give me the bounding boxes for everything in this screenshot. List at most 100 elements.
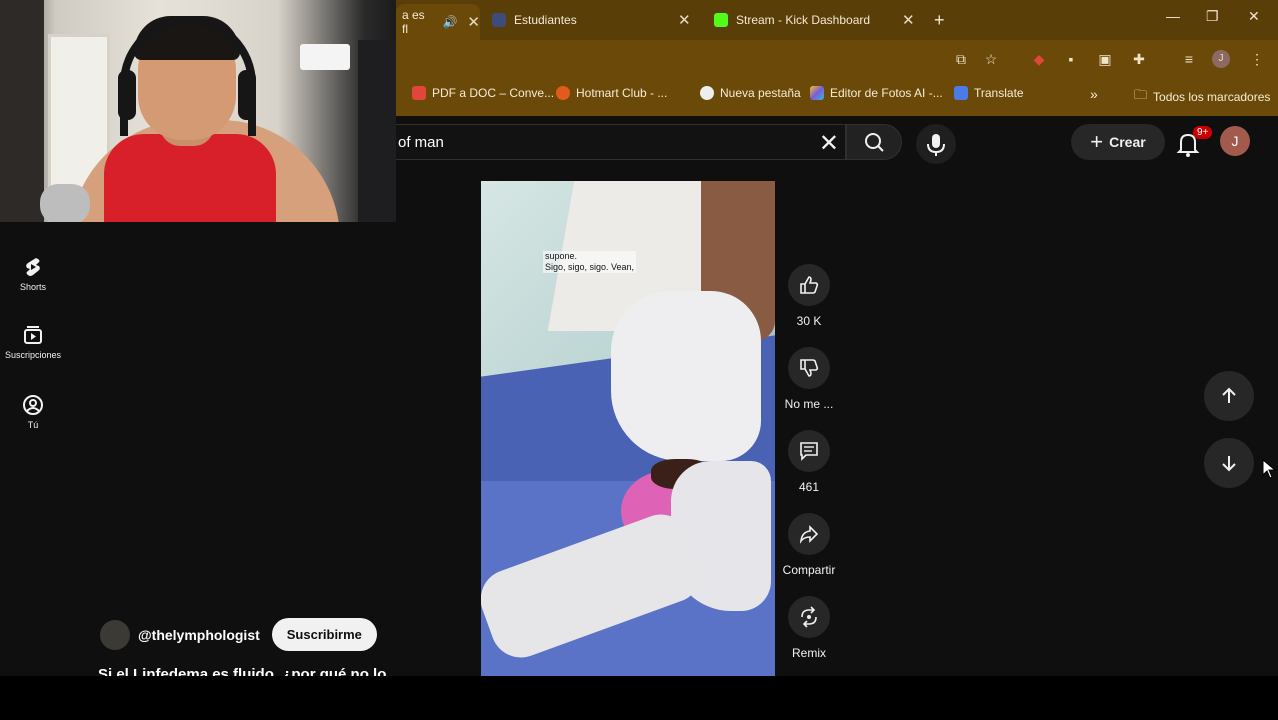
shorts-icon: [26, 258, 40, 276]
bookmark-label: Editor de Fotos AI -...: [830, 86, 943, 100]
tab-label: Stream - Kick Dashboard: [736, 13, 871, 27]
channel-handle[interactable]: @thelymphologist: [138, 627, 260, 643]
microphone-icon: [927, 134, 945, 156]
like-button[interactable]: 30 K: [776, 264, 842, 328]
remix-label: Remix: [791, 646, 826, 660]
dislike-button[interactable]: No me ...: [776, 347, 842, 411]
all-bookmarks-button[interactable]: 🗀 Todos los marcadores: [1134, 86, 1270, 108]
extension-dark-icon[interactable]: ▪: [1062, 50, 1080, 68]
tab-label: Estudiantes: [514, 13, 577, 27]
create-button[interactable]: + Crear: [1071, 124, 1165, 160]
remix-icon: [801, 606, 817, 628]
all-bookmarks-label: Todos los marcadores: [1153, 90, 1271, 104]
bookmarks-bar: PDF a DOC – Conve... Hotmart Club - ... …: [396, 78, 1278, 112]
bookmark-translate[interactable]: Translate: [954, 86, 1024, 100]
comment-icon: [800, 442, 818, 461]
next-video-button[interactable]: [1204, 438, 1254, 488]
voice-search-button[interactable]: [916, 124, 956, 164]
sidebar: Shorts Suscripciones Tú @thelymphologist…: [0, 222, 396, 678]
close-icon[interactable]: ✕: [467, 13, 480, 31]
kebab-menu-icon[interactable]: ⋮: [1248, 50, 1266, 68]
search-icon: [865, 133, 884, 152]
tab-kick-dashboard[interactable]: Stream - Kick Dashboard ✕: [714, 6, 918, 34]
media-icon[interactable]: ≡: [1180, 50, 1198, 68]
shield-icon: [492, 13, 506, 27]
sidebar-item-label: Suscripciones: [4, 350, 62, 360]
bookmark-pdf[interactable]: PDF a DOC – Conve...: [412, 86, 554, 100]
bookmarks-overflow-button[interactable]: »: [1090, 86, 1098, 102]
channel-avatar[interactable]: [100, 619, 130, 650]
shorts-video-player[interactable]: supone. Sigo, sigo, sigo. Vean,: [481, 181, 775, 676]
sidebar-item-shorts[interactable]: Shorts: [0, 256, 66, 292]
new-tab-button[interactable]: +: [934, 6, 945, 34]
bookmark-label: Nueva pestaña: [720, 86, 801, 100]
remix-button[interactable]: Remix: [776, 596, 842, 660]
close-window-icon[interactable]: ✕: [1248, 8, 1260, 25]
close-icon[interactable]: ✕: [902, 11, 915, 29]
hotmart-icon: [556, 86, 570, 100]
toolbar: ⧉ ☆ ◆ ▪ ▣ ✚ ≡ J ⋮: [396, 40, 1278, 78]
folder-icon: 🗀: [1134, 87, 1148, 102]
screen: a es fl 🔊 ✕ Estudiantes ✕ Stream - Kick …: [0, 0, 1278, 720]
caption-line: Sigo, sigo, sigo. Vean,: [545, 262, 635, 272]
clear-search-icon[interactable]: ✕: [819, 129, 839, 158]
create-label: Crear: [1109, 134, 1146, 150]
caption-line: supone.: [545, 251, 578, 261]
bookmark-photo-editor[interactable]: Editor de Fotos AI -...: [810, 86, 943, 100]
notifications-badge: 9+: [1193, 126, 1213, 139]
previous-video-button[interactable]: [1204, 371, 1254, 421]
globe-icon: [700, 86, 714, 100]
arrow-up-icon: [1222, 387, 1236, 403]
browser-chrome: a es fl 🔊 ✕ Estudiantes ✕ Stream - Kick …: [396, 0, 1278, 116]
extension-grey-icon[interactable]: ▣: [1096, 50, 1114, 68]
channel-info: @thelymphologist Suscribirme: [100, 618, 377, 651]
share-button[interactable]: Compartir: [776, 513, 842, 577]
tab-estudiantes[interactable]: Estudiantes ✕: [492, 6, 692, 34]
subscribe-button[interactable]: Suscribirme: [271, 618, 377, 651]
bookmark-new-tab[interactable]: Nueva pestaña: [700, 86, 801, 100]
thumbs-up-icon: [800, 276, 819, 294]
close-icon[interactable]: ✕: [678, 11, 691, 29]
you-icon: [23, 395, 43, 415]
search-input[interactable]: [396, 133, 796, 151]
share-label: Compartir: [782, 563, 836, 577]
sidebar-item-you[interactable]: Tú: [0, 394, 66, 430]
speaker-icon[interactable]: 🔊: [442, 15, 457, 29]
photo-editor-icon: [810, 86, 824, 100]
comments-button[interactable]: 461: [776, 430, 842, 494]
letterbox-bar: [0, 676, 1278, 720]
translate-icon: [954, 86, 968, 100]
bookmark-label: Translate: [974, 86, 1024, 100]
tab-strip: a es fl 🔊 ✕ Estudiantes ✕ Stream - Kick …: [396, 0, 1278, 40]
account-avatar[interactable]: J: [1220, 126, 1250, 156]
sidebar-item-label: Tú: [27, 420, 39, 430]
search-box[interactable]: ✕: [396, 124, 846, 160]
share-icon: [799, 525, 819, 544]
subscriptions-icon: [24, 326, 42, 344]
like-count: 30 K: [796, 314, 822, 328]
kick-icon: [714, 13, 728, 27]
bookmark-label: PDF a DOC – Conve...: [432, 86, 555, 100]
restore-icon[interactable]: ❐: [1206, 8, 1219, 25]
tab-label: a es fl: [402, 8, 425, 36]
video-caption: supone. Sigo, sigo, sigo. Vean,: [543, 251, 637, 273]
sidebar-item-label: Shorts: [19, 282, 46, 292]
bookmark-label: Hotmart Club - ...: [576, 86, 668, 100]
tab-active[interactable]: a es fl 🔊 ✕: [396, 4, 480, 40]
pdf-icon: [412, 86, 426, 100]
sidebar-item-subscriptions[interactable]: Suscripciones: [0, 324, 66, 360]
mouse-cursor-icon: [1262, 459, 1276, 479]
dislike-label: No me ...: [784, 397, 834, 411]
plus-icon: +: [1090, 129, 1104, 154]
minimize-icon[interactable]: —: [1166, 8, 1180, 24]
star-icon[interactable]: ☆: [982, 50, 1000, 68]
arrow-down-icon: [1222, 456, 1236, 472]
bookmark-hotmart[interactable]: Hotmart Club - ...: [556, 86, 667, 100]
thumbs-down-icon: [800, 359, 819, 377]
profile-avatar[interactable]: J: [1212, 50, 1230, 68]
search-button[interactable]: [846, 124, 902, 160]
install-icon[interactable]: ⧉: [952, 50, 970, 68]
extension-red-icon[interactable]: ◆: [1030, 50, 1048, 68]
comments-count: 461: [798, 480, 820, 494]
puzzle-icon[interactable]: ✚: [1130, 50, 1148, 68]
